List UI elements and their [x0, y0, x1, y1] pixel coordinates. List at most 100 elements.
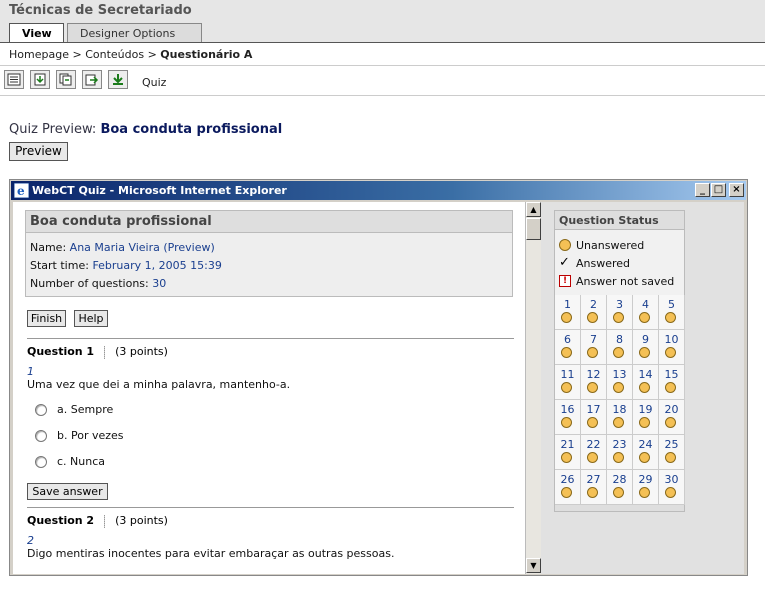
question-status-number[interactable]: 21 [555, 438, 580, 451]
minimize-button[interactable]: _ [695, 183, 710, 197]
preview-button[interactable]: Preview [9, 142, 68, 161]
question-status-cell[interactable]: 19 [633, 400, 659, 435]
question-status-number[interactable]: 5 [659, 298, 684, 311]
question-status-cell[interactable]: 17 [581, 400, 607, 435]
unanswered-dot-icon [665, 487, 676, 498]
question-status-number[interactable]: 19 [633, 403, 658, 416]
question-status-number[interactable]: 4 [633, 298, 658, 311]
close-button[interactable]: × [729, 183, 744, 197]
question-status-number[interactable]: 26 [555, 473, 580, 486]
import-icon[interactable] [30, 70, 50, 89]
question-status-cell[interactable]: 15 [659, 365, 685, 400]
question-status-cell[interactable]: 2 [581, 295, 607, 330]
download-icon[interactable] [108, 70, 128, 89]
question-status-cell[interactable]: 8 [607, 330, 633, 365]
question-status-cell[interactable]: 23 [607, 435, 633, 470]
question-status-number[interactable]: 9 [633, 333, 658, 346]
question-status-number[interactable]: 18 [607, 403, 632, 416]
question-status-number[interactable]: 28 [607, 473, 632, 486]
unanswered-dot-icon [639, 417, 650, 428]
question-status-number[interactable]: 24 [633, 438, 658, 451]
question-status-cell[interactable]: 12 [581, 365, 607, 400]
question-status-cell[interactable]: 6 [555, 330, 581, 365]
vertical-scrollbar[interactable]: ▲ ▼ [525, 202, 541, 574]
unanswered-dot-icon [639, 452, 650, 463]
divider [27, 507, 514, 508]
window-titlebar[interactable]: e WebCT Quiz - Microsoft Internet Explor… [11, 181, 746, 200]
question-status-number[interactable]: 2 [581, 298, 606, 311]
question-status-cell[interactable]: 14 [633, 365, 659, 400]
save-answer-button[interactable]: Save answer [27, 483, 108, 500]
copy-icon[interactable] [56, 70, 76, 89]
question-status-number[interactable]: 11 [555, 368, 580, 381]
question-status-number[interactable]: 29 [633, 473, 658, 486]
question-status-cell[interactable]: 24 [633, 435, 659, 470]
question-status-number[interactable]: 10 [659, 333, 684, 346]
question-status-number[interactable]: 15 [659, 368, 684, 381]
unanswered-dot-icon [639, 312, 650, 323]
question-status-number[interactable]: 23 [607, 438, 632, 451]
question-status-number[interactable]: 1 [555, 298, 580, 311]
question-number-link[interactable]: 2 [27, 534, 34, 547]
radio-button[interactable] [35, 456, 47, 468]
unanswered-dot-icon [665, 382, 676, 393]
help-button[interactable]: Help [74, 310, 108, 327]
question-status-number[interactable]: 3 [607, 298, 632, 311]
question-status-cell[interactable]: 1 [555, 295, 581, 330]
question-status-number[interactable]: 17 [581, 403, 606, 416]
question-status-number[interactable]: 22 [581, 438, 606, 451]
question-status-cell[interactable]: 5 [659, 295, 685, 330]
question-number-link[interactable]: 1 [27, 365, 34, 378]
question-status-cell[interactable]: 22 [581, 435, 607, 470]
question-status-cell[interactable]: 10 [659, 330, 685, 365]
start-time-label: Start time: [30, 259, 89, 272]
question-status-number[interactable]: 13 [607, 368, 632, 381]
preview-heading: Quiz Preview: Boa conduta profissional [9, 122, 282, 137]
question-status-number[interactable]: 8 [607, 333, 632, 346]
scroll-thumb[interactable] [526, 218, 541, 240]
tab-designer-options[interactable]: Designer Options [67, 23, 202, 42]
question-status-number[interactable]: 7 [581, 333, 606, 346]
question-status-cell[interactable]: 7 [581, 330, 607, 365]
question-status-number[interactable]: 12 [581, 368, 606, 381]
question-status-cell[interactable]: 13 [607, 365, 633, 400]
radio-button[interactable] [35, 430, 47, 442]
question-status-cell[interactable]: 30 [659, 470, 685, 505]
question-status-cell[interactable]: 25 [659, 435, 685, 470]
list-icon[interactable] [4, 70, 24, 89]
maximize-button[interactable]: □ [711, 183, 726, 197]
breadcrumb-contents[interactable]: Conteúdos [85, 48, 144, 61]
question-status-number[interactable]: 16 [555, 403, 580, 416]
question-status-cell[interactable]: 16 [555, 400, 581, 435]
question-status-number[interactable]: 6 [555, 333, 580, 346]
question-status-cell[interactable]: 28 [607, 470, 633, 505]
export-icon[interactable] [82, 70, 102, 89]
question-status-cell[interactable]: 3 [607, 295, 633, 330]
question-status-number[interactable]: 27 [581, 473, 606, 486]
question-status-cell[interactable]: 27 [581, 470, 607, 505]
question-status-cell[interactable]: 26 [555, 470, 581, 505]
question-status-cell[interactable]: 18 [607, 400, 633, 435]
question-count-value: 30 [152, 277, 167, 290]
question-status-cell[interactable]: 21 [555, 435, 581, 470]
scroll-down-button[interactable]: ▼ [526, 558, 541, 573]
question-status-cell[interactable]: 9 [633, 330, 659, 365]
legend-label: Answer not saved [576, 275, 675, 288]
finish-button[interactable]: Finish [27, 310, 66, 327]
breadcrumb-home[interactable]: Homepage [9, 48, 69, 61]
question-status-number[interactable]: 20 [659, 403, 684, 416]
question-status-number[interactable]: 30 [659, 473, 684, 486]
option-label: Nunca [70, 455, 106, 468]
question-status-cell[interactable]: 29 [633, 470, 659, 505]
question-status-number[interactable]: 14 [633, 368, 658, 381]
question-status-number[interactable]: 25 [659, 438, 684, 451]
question-status-cell[interactable]: 11 [555, 365, 581, 400]
legend-label: Answered [576, 257, 631, 270]
question-status-cell[interactable]: 4 [633, 295, 659, 330]
question-status-cell[interactable]: 20 [659, 400, 685, 435]
radio-button[interactable] [35, 404, 47, 416]
tab-view[interactable]: View [9, 23, 64, 42]
unanswered-dot-icon [665, 417, 676, 428]
preview-heading-label: Quiz Preview: [9, 122, 97, 137]
scroll-up-button[interactable]: ▲ [526, 202, 541, 217]
